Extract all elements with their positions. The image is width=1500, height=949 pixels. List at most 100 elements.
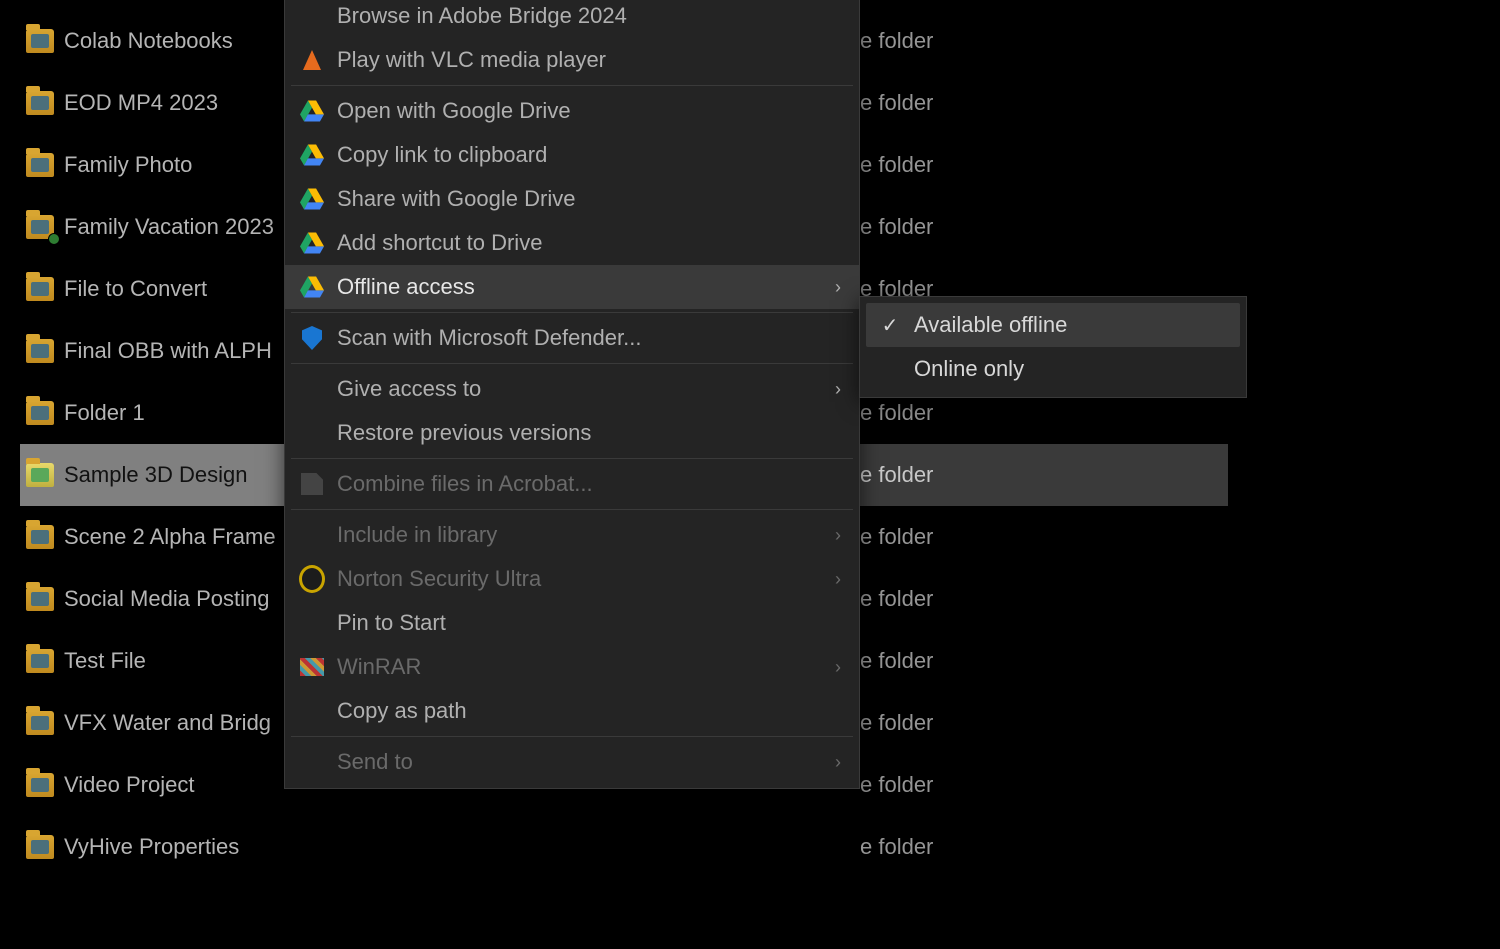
folder-list: Colab Notebooks EOD MP4 2023 Family Photo F… bbox=[20, 10, 290, 878]
folder-label: EOD MP4 2023 bbox=[64, 90, 218, 116]
folder-icon bbox=[26, 711, 54, 735]
folder-icon bbox=[26, 215, 54, 239]
blank-icon bbox=[299, 610, 325, 636]
menu-item-label: Share with Google Drive bbox=[337, 186, 575, 212]
shield-icon bbox=[299, 325, 325, 351]
norton-icon bbox=[299, 566, 325, 592]
folder-item-10[interactable]: Test File bbox=[20, 630, 290, 692]
folder-item-2[interactable]: Family Photo bbox=[20, 134, 290, 196]
folder-label: Scene 2 Alpha Frame bbox=[64, 524, 276, 550]
offline-access-submenu: ✓Available offline Online only bbox=[859, 296, 1247, 398]
folder-label: VyHive Properties bbox=[64, 834, 239, 860]
folder-label: Test File bbox=[64, 648, 146, 674]
chevron-right-icon: › bbox=[835, 657, 841, 678]
menu-separator bbox=[291, 736, 853, 737]
menu-item-label: Copy link to clipboard bbox=[337, 142, 547, 168]
folder-item-9[interactable]: Social Media Posting bbox=[20, 568, 290, 630]
chevron-right-icon: › bbox=[835, 752, 841, 773]
menu-separator bbox=[291, 363, 853, 364]
menu-item-pin-to-start[interactable]: Pin to Start bbox=[285, 601, 859, 645]
context-menu: Add to VLC media player's PlaylistBrowse… bbox=[284, 0, 860, 789]
blank-icon bbox=[299, 522, 325, 548]
folder-item-0[interactable]: Colab Notebooks bbox=[20, 10, 290, 72]
type-cell-7: e folder bbox=[848, 444, 1228, 506]
submenu-item-label: Online only bbox=[914, 356, 1024, 382]
type-column: e foldere foldere foldere foldere folder… bbox=[848, 10, 1228, 878]
folder-label: Folder 1 bbox=[64, 400, 145, 426]
menu-item-label: Scan with Microsoft Defender... bbox=[337, 325, 641, 351]
folder-icon bbox=[26, 587, 54, 611]
folder-item-5[interactable]: Final OBB with ALPH bbox=[20, 320, 290, 382]
gdrive-icon bbox=[299, 230, 325, 256]
folder-item-6[interactable]: Folder 1 bbox=[20, 382, 290, 444]
folder-item-3[interactable]: Family Vacation 2023 bbox=[20, 196, 290, 258]
menu-item-restore-previous-versions[interactable]: Restore previous versions bbox=[285, 411, 859, 455]
menu-item-label: Combine files in Acrobat... bbox=[337, 471, 593, 497]
menu-item-browse-in-adobe-bridge-2024[interactable]: Browse in Adobe Bridge 2024 bbox=[285, 0, 859, 38]
blank-icon bbox=[299, 376, 325, 402]
folder-icon bbox=[26, 525, 54, 549]
folder-icon bbox=[26, 153, 54, 177]
menu-item-play-with-vlc-media-player[interactable]: Play with VLC media player bbox=[285, 38, 859, 82]
menu-item-scan-with-microsoft-defender[interactable]: Scan with Microsoft Defender... bbox=[285, 316, 859, 360]
menu-item-label: Restore previous versions bbox=[337, 420, 591, 446]
winrar-icon bbox=[299, 654, 325, 680]
folder-label: Final OBB with ALPH bbox=[64, 338, 272, 364]
menu-item-copy-as-path[interactable]: Copy as path bbox=[285, 689, 859, 733]
type-cell-2: e folder bbox=[848, 134, 1228, 196]
menu-item-label: Browse in Adobe Bridge 2024 bbox=[337, 3, 627, 29]
gdrive-icon bbox=[299, 98, 325, 124]
blank-icon bbox=[299, 749, 325, 775]
folder-label: File to Convert bbox=[64, 276, 207, 302]
submenu-item-online-only[interactable]: Online only bbox=[866, 347, 1240, 391]
folder-item-1[interactable]: EOD MP4 2023 bbox=[20, 72, 290, 134]
folder-item-11[interactable]: VFX Water and Bridg bbox=[20, 692, 290, 754]
sync-badge-icon bbox=[48, 233, 60, 245]
folder-icon bbox=[26, 835, 54, 859]
menu-item-offline-access[interactable]: Offline access› bbox=[285, 265, 859, 309]
folder-icon bbox=[26, 29, 54, 53]
gdrive-icon bbox=[299, 142, 325, 168]
folder-item-7[interactable]: Sample 3D Design bbox=[20, 444, 290, 506]
type-cell-1: e folder bbox=[848, 72, 1228, 134]
type-cell-8: e folder bbox=[848, 506, 1228, 568]
folder-item-13[interactable]: VyHive Properties bbox=[20, 816, 290, 878]
submenu-item-label: Available offline bbox=[914, 312, 1067, 338]
menu-item-label: Norton Security Ultra bbox=[337, 566, 541, 592]
folder-icon bbox=[26, 339, 54, 363]
type-cell-13: e folder bbox=[848, 816, 1228, 878]
menu-item-label: Pin to Start bbox=[337, 610, 446, 636]
gdrive-icon bbox=[299, 186, 325, 212]
menu-separator bbox=[291, 509, 853, 510]
menu-item-label: Open with Google Drive bbox=[337, 98, 571, 124]
folder-label: Sample 3D Design bbox=[64, 462, 247, 488]
folder-item-4[interactable]: File to Convert bbox=[20, 258, 290, 320]
type-cell-9: e folder bbox=[848, 568, 1228, 630]
menu-separator bbox=[291, 85, 853, 86]
type-cell-11: e folder bbox=[848, 692, 1228, 754]
menu-item-combine-files-in-acrobat: Combine files in Acrobat... bbox=[285, 462, 859, 506]
folder-icon bbox=[26, 773, 54, 797]
menu-item-label: Include in library bbox=[337, 522, 497, 548]
menu-item-winrar: WinRAR› bbox=[285, 645, 859, 689]
folder-icon bbox=[26, 649, 54, 673]
vlc-icon bbox=[299, 47, 325, 73]
menu-item-copy-link-to-clipboard[interactable]: Copy link to clipboard bbox=[285, 133, 859, 177]
type-cell-0: e folder bbox=[848, 10, 1228, 72]
menu-item-open-with-google-drive[interactable]: Open with Google Drive bbox=[285, 89, 859, 133]
folder-label: Social Media Posting bbox=[64, 586, 269, 612]
menu-item-give-access-to[interactable]: Give access to› bbox=[285, 367, 859, 411]
menu-item-label: Offline access bbox=[337, 274, 475, 300]
folder-label: Family Vacation 2023 bbox=[64, 214, 274, 240]
menu-item-send-to: Send to› bbox=[285, 740, 859, 784]
folder-item-8[interactable]: Scene 2 Alpha Frame bbox=[20, 506, 290, 568]
menu-item-norton-security-ultra: Norton Security Ultra › bbox=[285, 557, 859, 601]
chevron-right-icon: › bbox=[835, 569, 841, 590]
folder-label: Colab Notebooks bbox=[64, 28, 233, 54]
submenu-item-available-offline[interactable]: ✓Available offline bbox=[866, 303, 1240, 347]
folder-label: Video Project bbox=[64, 772, 194, 798]
menu-item-add-shortcut-to-drive[interactable]: Add shortcut to Drive bbox=[285, 221, 859, 265]
menu-item-share-with-google-drive[interactable]: Share with Google Drive bbox=[285, 177, 859, 221]
folder-icon bbox=[26, 277, 54, 301]
folder-item-12[interactable]: Video Project bbox=[20, 754, 290, 816]
